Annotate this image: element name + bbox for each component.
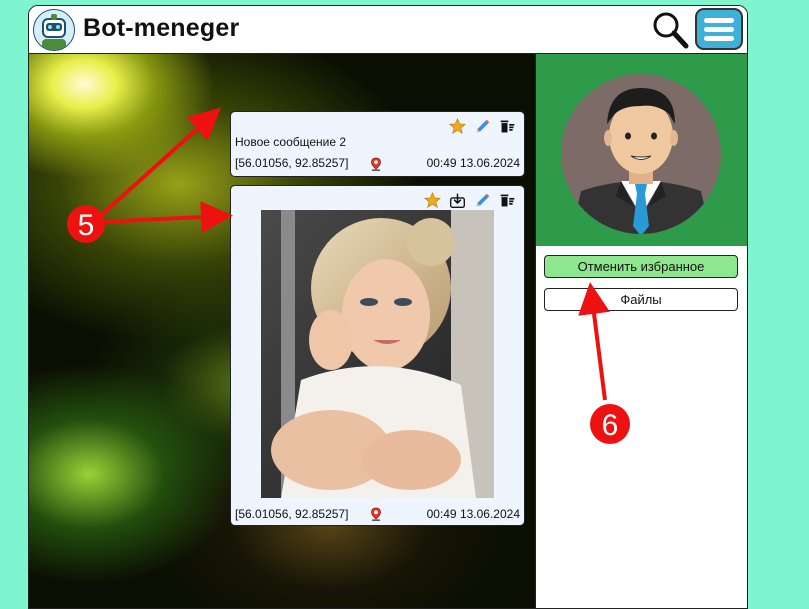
robot-avatar-icon[interactable] xyxy=(33,9,75,51)
map-pin-icon[interactable] xyxy=(370,157,382,171)
map-pin-icon[interactable] xyxy=(370,507,382,521)
message-time: 00:49 13.06.2024 xyxy=(426,507,520,521)
message-actions xyxy=(448,117,516,135)
app-title: Bot-meneger xyxy=(83,14,240,42)
messages-area[interactable]: Новое сообщение 2 [56.01056, 92.85257] 0… xyxy=(29,54,535,608)
woman-portrait-photo[interactable] xyxy=(261,210,494,498)
message-coords: [56.01056, 92.85257] xyxy=(235,507,349,521)
right-panel: Отменить избранное Файлы xyxy=(535,54,747,608)
message-actions xyxy=(423,191,516,209)
trash-icon[interactable] xyxy=(499,192,516,209)
message-text: Новое сообщение 2 xyxy=(235,135,347,149)
trash-icon[interactable] xyxy=(499,118,516,135)
message-time: 00:49 13.06.2024 xyxy=(426,156,520,170)
header: Bot-meneger xyxy=(29,6,747,54)
avatar-panel xyxy=(536,54,747,246)
download-icon[interactable] xyxy=(449,192,466,209)
star-icon[interactable] xyxy=(423,191,442,209)
pencil-icon[interactable] xyxy=(474,192,491,209)
businessman-avatar-icon xyxy=(561,66,721,236)
unfavorite-button[interactable]: Отменить избранное xyxy=(544,255,738,278)
menu-bar xyxy=(704,27,734,32)
message-card[interactable]: Новое сообщение 2 [56.01056, 92.85257] 0… xyxy=(230,111,525,177)
search-icon[interactable] xyxy=(651,10,691,50)
menu-bar xyxy=(704,18,734,23)
app-window: Bot-meneger Новое сообщение 2 [56.01056,… xyxy=(28,5,748,609)
message-card[interactable]: [56.01056, 92.85257] 00:49 13.06.2024 xyxy=(230,185,525,526)
menu-icon[interactable] xyxy=(695,8,743,50)
menu-bar xyxy=(704,36,734,41)
message-coords: [56.01056, 92.85257] xyxy=(235,156,349,170)
star-icon[interactable] xyxy=(448,117,467,135)
pencil-icon[interactable] xyxy=(474,118,491,135)
files-button[interactable]: Файлы xyxy=(544,288,738,311)
